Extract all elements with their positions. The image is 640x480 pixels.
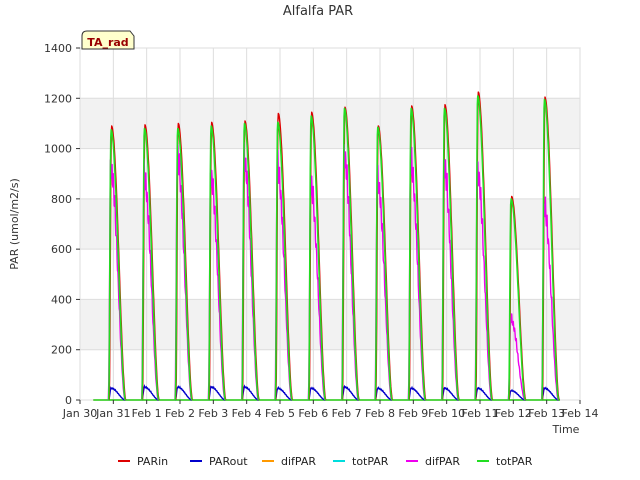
x-tick-label: Feb 1 xyxy=(132,407,162,420)
x-tick-label: Feb 4 xyxy=(232,407,262,420)
legend-label: totPAR xyxy=(352,455,389,468)
y-tick-label: 400 xyxy=(51,293,72,306)
x-tick-label: Feb 8 xyxy=(365,407,395,420)
y-axis-label: PAR (umol/m2/s) xyxy=(8,178,21,270)
y-tick-label: 1400 xyxy=(44,42,72,55)
legend-label: totPAR xyxy=(496,455,533,468)
x-tick-label: Feb 12 xyxy=(495,407,532,420)
x-tick-label: Feb 13 xyxy=(528,407,565,420)
x-tick-label: Feb 3 xyxy=(198,407,228,420)
x-tick-label: Feb 10 xyxy=(428,407,465,420)
y-tick-label: 800 xyxy=(51,193,72,206)
x-tick-label: Feb 7 xyxy=(332,407,362,420)
x-tick-label: Feb 6 xyxy=(298,407,328,420)
x-tick-label: Feb 14 xyxy=(562,407,599,420)
x-tick-label: Feb 2 xyxy=(165,407,195,420)
par-line-chart: 0200400600800100012001400 Jan 30Jan 31 Fe… xyxy=(0,0,640,480)
legend-label: difPAR xyxy=(425,455,460,468)
x-tick-label: Feb 9 xyxy=(398,407,428,420)
grid-band xyxy=(80,98,580,149)
x-tick-label: Feb 11 xyxy=(462,407,499,420)
y-tick-label: 1200 xyxy=(44,92,72,105)
y-tick-label: 200 xyxy=(51,344,72,357)
y-tick-label: 0 xyxy=(65,394,72,407)
badge-label: TA_rad xyxy=(87,36,128,49)
legend-label: PARin xyxy=(137,455,168,468)
x-tick-label: Feb 5 xyxy=(265,407,295,420)
legend-label: difPAR xyxy=(281,455,316,468)
ta-rad-badge: TA_rad xyxy=(81,30,135,50)
chart-title: Alfalfa PAR xyxy=(283,4,353,19)
legend-label: PARout xyxy=(209,455,248,468)
y-tick-label: 1000 xyxy=(44,143,72,156)
x-tick-label: Jan 31 xyxy=(95,407,130,420)
y-tick-label: 600 xyxy=(51,243,72,256)
x-tick-label: Jan 30 xyxy=(62,407,97,420)
grid-band xyxy=(80,198,580,250)
x-axis-label: Time xyxy=(552,423,580,436)
grid-bands xyxy=(80,98,580,350)
